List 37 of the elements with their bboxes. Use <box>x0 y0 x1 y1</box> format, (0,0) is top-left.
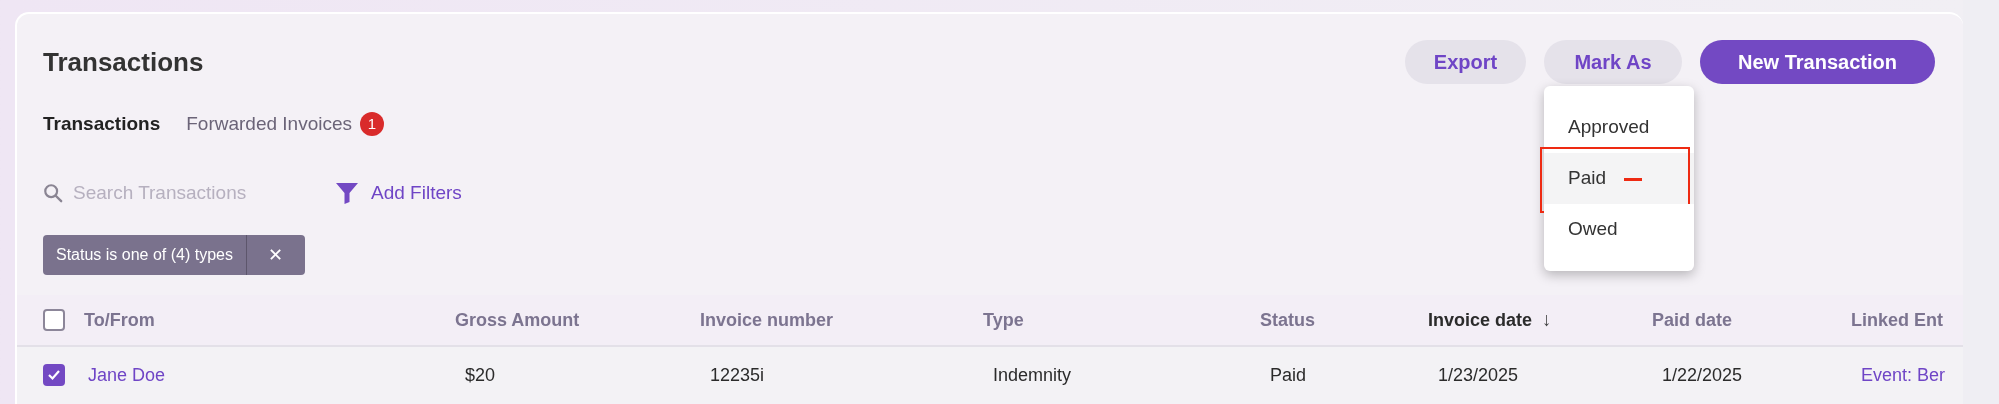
menu-item[interactable]: Owed <box>1544 204 1694 255</box>
search-field[interactable]: Search Transactions <box>73 178 293 207</box>
table-cell: 1/22/2025 <box>1662 364 1743 385</box>
annotation-dash <box>1624 178 1642 181</box>
filter-icon <box>335 180 359 205</box>
remove-filter-button[interactable]: ✕ <box>247 235 305 275</box>
column-header[interactable]: To/From <box>84 306 155 334</box>
table-cell: 12235i <box>710 364 765 385</box>
checkmark-icon <box>47 369 61 381</box>
link[interactable]: Event: Ber <box>1861 364 1946 385</box>
column-header[interactable]: Paid date <box>1652 306 1733 334</box>
page-title: Transactions <box>43 45 204 79</box>
sort-arrow[interactable]: ↓ <box>1542 305 1552 335</box>
checkbox[interactable] <box>43 309 65 331</box>
table-cell: Paid <box>1270 364 1307 385</box>
column-header[interactable]: Gross Amount <box>455 306 580 334</box>
table-cell: 1/23/2025 <box>1438 364 1519 385</box>
new-transaction-button[interactable]: New Transaction <box>1700 40 1935 84</box>
link[interactable]: Jane Doe <box>88 364 166 385</box>
column-header[interactable]: Invoice date <box>1428 306 1533 334</box>
checkbox[interactable] <box>43 364 65 386</box>
column-header[interactable]: Type <box>983 306 1024 334</box>
search-icon <box>43 181 63 204</box>
action-button[interactable]: Export <box>1405 40 1526 84</box>
tab[interactable]: Transactions <box>43 110 161 139</box>
column-header[interactable]: Invoice number <box>700 306 834 334</box>
menu-item[interactable]: Approved <box>1544 102 1694 153</box>
column-header[interactable]: Linked Ent <box>1851 306 1943 334</box>
tab[interactable]: Forwarded Invoices <box>186 110 352 139</box>
column-header[interactable]: Status <box>1260 306 1315 334</box>
count-badge: 1 <box>360 112 384 137</box>
menu-item[interactable]: Paid <box>1544 153 1694 204</box>
table-cell: $20 <box>465 364 496 385</box>
action-button[interactable]: Mark As <box>1544 40 1682 84</box>
add-filters-button[interactable]: Add Filters <box>335 178 462 207</box>
table-cell: Indemnity <box>993 364 1072 385</box>
filter-chip: Status is one of (4) types <box>43 235 247 275</box>
